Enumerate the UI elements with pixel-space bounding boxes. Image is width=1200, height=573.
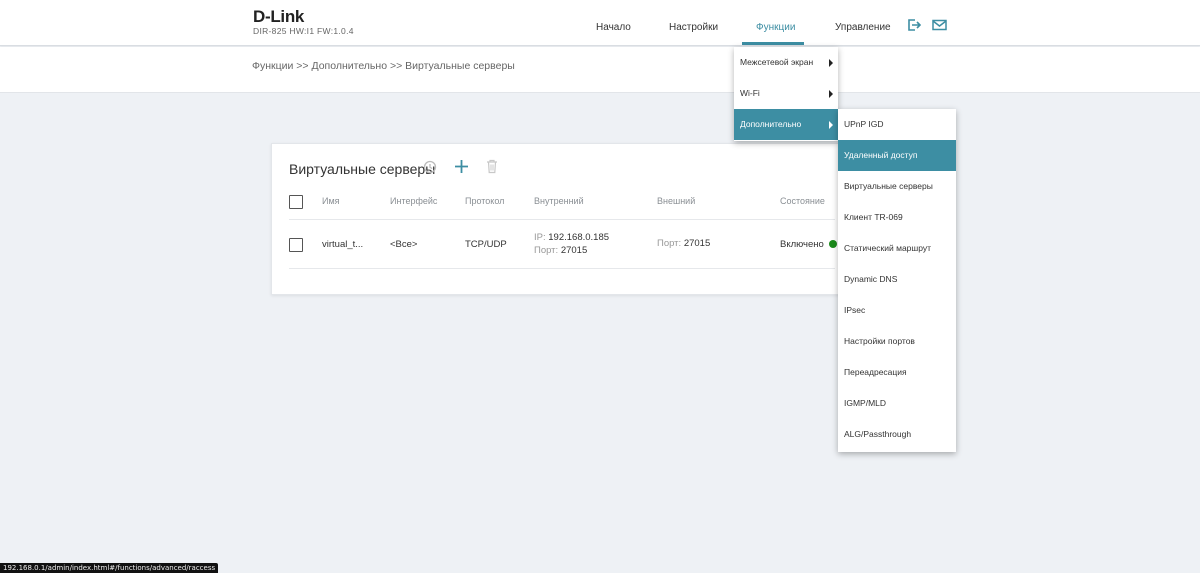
menu-item-wifi[interactable]: Wi-Fi [734, 78, 838, 109]
dlink-logo[interactable]: D-Link [253, 7, 304, 27]
menu-item-label: Дополнительно [740, 119, 802, 129]
submenu-remote-access[interactable]: Удаленный доступ [838, 140, 956, 171]
ip-label: IP: [534, 232, 546, 243]
submenu-ipsec[interactable]: IPsec [838, 295, 956, 326]
top-header: D-Link DIR-825 HW:I1 FW:1.0.4 Начало Нас… [0, 0, 1200, 46]
col-interface[interactable]: Интерфейс [390, 196, 437, 206]
chevron-right-icon [829, 121, 833, 129]
delete-icon[interactable] [486, 159, 498, 174]
add-icon[interactable] [454, 159, 469, 174]
advanced-submenu: UPnP IGD Удаленный доступ Виртуальные се… [838, 109, 956, 452]
virtual-servers-card: Виртуальные серверы Имя Интерфейс Проток… [271, 143, 851, 295]
row-external-port: Порт: 27015 [657, 238, 710, 249]
chevron-right-icon [829, 90, 833, 98]
logout-icon[interactable] [907, 18, 921, 32]
ext-port-value: 27015 [683, 238, 711, 249]
functions-menu: Межсетевой экран Wi-Fi Дополнительно [734, 47, 838, 141]
nav-settings[interactable]: Настройки [669, 22, 718, 33]
submenu-tr069[interactable]: Клиент TR-069 [838, 202, 956, 233]
breadcrumb-bar: Функции >> Дополнительно >> Виртуальные … [0, 47, 1200, 93]
row-protocol: TCP/UDP [465, 239, 507, 250]
mail-icon[interactable] [932, 18, 947, 32]
row-internal-port: Порт: 27015 [534, 245, 587, 256]
submenu-alg[interactable]: ALG/Passthrough [838, 419, 956, 450]
submenu-ddns[interactable]: Dynamic DNS [838, 264, 956, 295]
menu-item-label: Межсетевой экран [740, 57, 814, 67]
submenu-virtual-servers[interactable]: Виртуальные серверы [838, 171, 956, 202]
menu-item-label: Wi-Fi [740, 88, 760, 98]
row-interface: <Все> [390, 239, 418, 250]
history-icon[interactable] [423, 160, 437, 174]
nav-functions[interactable]: Функции [756, 22, 795, 33]
col-protocol[interactable]: Протокол [465, 196, 504, 206]
row-name: virtual_t... [322, 239, 364, 250]
row-checkbox[interactable] [289, 238, 303, 252]
port-value: 27015 [560, 245, 588, 256]
status-indicator [829, 240, 837, 248]
card-title: Виртуальные серверы [289, 161, 436, 177]
breadcrumb: Функции >> Дополнительно >> Виртуальные … [252, 60, 515, 72]
status-url: 192.168.0.1/admin/index.html#/functions/… [0, 563, 219, 573]
col-external[interactable]: Внешний [657, 196, 695, 206]
submenu-static-route[interactable]: Статический маршрут [838, 233, 956, 264]
row-divider [289, 268, 835, 269]
menu-item-firewall[interactable]: Межсетевой экран [734, 47, 838, 78]
col-internal[interactable]: Внутренний [534, 196, 584, 206]
submenu-igmp[interactable]: IGMP/MLD [838, 388, 956, 419]
nav-management[interactable]: Управление [835, 22, 891, 33]
submenu-upnp[interactable]: UPnP IGD [838, 109, 956, 140]
row-status: Включено [780, 239, 824, 250]
col-status[interactable]: Состояние [780, 196, 825, 206]
row-internal-ip: IP: 192.168.0.185 [534, 232, 609, 243]
submenu-port-settings[interactable]: Настройки портов [838, 326, 956, 357]
nav-active-indicator [742, 42, 804, 45]
nav-home[interactable]: Начало [596, 22, 631, 33]
select-all-checkbox[interactable] [289, 195, 303, 209]
port-label: Порт: [534, 245, 559, 256]
chevron-right-icon [829, 59, 833, 67]
device-model: DIR-825 HW:I1 FW:1.0.4 [253, 26, 354, 36]
col-name[interactable]: Имя [322, 196, 340, 206]
submenu-redirect[interactable]: Переадресация [838, 357, 956, 388]
menu-item-advanced[interactable]: Дополнительно [734, 109, 838, 140]
ip-value: 192.168.0.185 [548, 232, 610, 243]
header-divider [289, 219, 835, 220]
ext-port-label: Порт: [657, 238, 682, 249]
